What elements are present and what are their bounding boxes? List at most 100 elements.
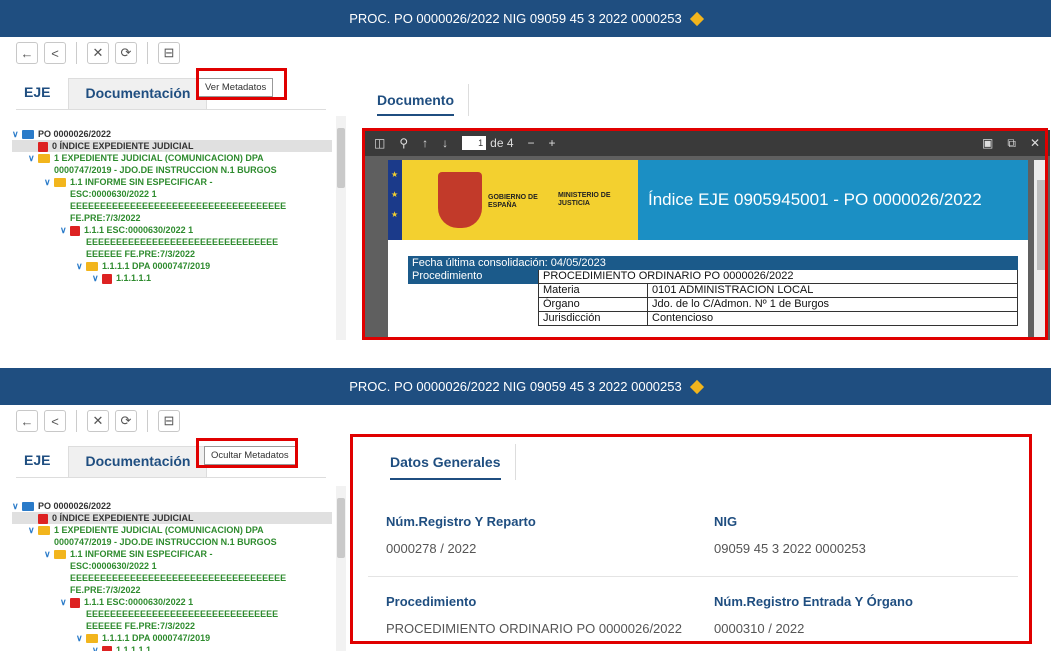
pdf-icon [70, 597, 80, 608]
tab-underline [377, 114, 454, 116]
chevron-down-icon[interactable]: ∨ [44, 176, 52, 188]
scrollbar-thumb[interactable] [337, 498, 345, 558]
document-tree: ∨ PO 0000026/2022 0 ÍNDICE EXPEDIENTE JUDI… [12, 500, 332, 651]
chevron-down-icon[interactable]: ∨ [92, 644, 100, 651]
tree-node-label: 0 ÍNDICE EXPEDIENTE JUDICIAL [52, 513, 194, 523]
tree-node[interactable]: ∨ PO 0000026/2022 [12, 500, 332, 512]
tab-documentacion[interactable]: Documentación [68, 446, 208, 477]
highlight-box [196, 438, 298, 468]
close-button[interactable]: ✕ [87, 42, 109, 64]
tree-node-label: 1.1.1.1.1 [116, 645, 152, 651]
tree-node-label: 1.1.1 ESC:0000630/2022 1 [84, 225, 194, 235]
tree-node-label: EEEEEEEEEEEEEEEEEEEEEEEEEEEEEEEEEEEE [70, 201, 287, 211]
tab-documentacion[interactable]: Documentación [68, 78, 208, 109]
toolbar-divider [147, 410, 148, 432]
tab-documento[interactable]: Documento [363, 84, 469, 116]
tree-node-label: 0000747/2019 - JDO.DE INSTRUCCION N.1 BU… [54, 165, 277, 175]
chevron-down-icon[interactable]: ∨ [12, 500, 20, 512]
tree-node[interactable]: ∨ 1.1 INFORME SIN ESPECIFICAR - [12, 176, 332, 188]
tree-node-label: ESC:0000630/2022 1 [70, 189, 157, 199]
folder-icon [86, 262, 98, 272]
document-tree: ∨ PO 0000026/2022 0 ÍNDICE EXPEDIENTE JUDI… [12, 128, 332, 284]
tree-node-label: FE.PRE:7/3/2022 [70, 213, 141, 223]
tree-node-label: 1.1.1 ESC:0000630/2022 1 [84, 597, 194, 607]
top-screenshot: PROC. PO 0000026/2022 NIG 09059 45 3 202… [0, 0, 1051, 340]
tree-node-label: 1.1.1.1.1 [116, 273, 152, 283]
title-bar: PROC. PO 0000026/2022 NIG 09059 45 3 202… [0, 368, 1051, 405]
chevron-down-icon[interactable]: ∨ [28, 524, 36, 536]
tree-node-label: 1.1.1.1 DPA 0000747/2019 [102, 633, 211, 643]
tab-documento-label: Documento [377, 92, 454, 108]
panel-separator [0, 340, 1051, 368]
back-arrow-button[interactable]: ← [16, 42, 38, 64]
tree-node-label: EEEEEEEEEEEEEEEEEEEEEEEEEEEEEEEE [86, 609, 279, 619]
pdf-icon [102, 273, 112, 284]
folder-icon [86, 634, 98, 644]
tree-node[interactable]: 0000747/2019 - JDO.DE INSTRUCCION N.1 BU… [12, 164, 332, 176]
chevron-down-icon[interactable]: ∨ [60, 596, 68, 608]
tree-node[interactable]: ESC:0000630/2022 1 [12, 188, 332, 200]
tree-node[interactable]: 0 ÍNDICE EXPEDIENTE JUDICIAL [12, 512, 332, 524]
folder-icon [22, 130, 34, 140]
chevron-down-icon[interactable]: ∨ [12, 128, 20, 140]
tab-eje[interactable]: EJE [16, 446, 60, 477]
tree-node[interactable]: ∨ 1 EXPEDIENTE JUDICIAL (COMUNICACION) DP… [12, 524, 332, 536]
tree-node[interactable]: FE.PRE:7/3/2022 [12, 212, 332, 224]
panel-toggle-button[interactable]: ⊟ [158, 410, 180, 432]
tree-node[interactable]: EEEEEE FE.PRE:7/3/2022 [12, 620, 332, 632]
folder-icon [38, 154, 50, 164]
tree-node-label: EEEEEEEEEEEEEEEEEEEEEEEEEEEEEEEE [86, 237, 279, 247]
tree-node[interactable]: ∨ 1.1.1.1 DPA 0000747/2019 [12, 260, 332, 272]
previous-button[interactable]: < [44, 42, 66, 64]
tree-node-label: 0000747/2019 - JDO.DE INSTRUCCION N.1 BU… [54, 537, 277, 547]
tree-node[interactable]: EEEEEEEEEEEEEEEEEEEEEEEEEEEEEEEEEEEE [12, 200, 332, 212]
tree-node[interactable]: ∨ 1.1.1.1.1 [12, 272, 332, 284]
folder-icon [54, 178, 66, 188]
tree-node[interactable]: ∨ 1.1.1 ESC:0000630/2022 1 [12, 596, 332, 608]
diamond-icon [689, 379, 704, 394]
tree-node[interactable]: EEEEEEEEEEEEEEEEEEEEEEEEEEEEEEEE [12, 236, 332, 248]
tree-node[interactable]: 0000747/2019 - JDO.DE INSTRUCCION N.1 BU… [12, 536, 332, 548]
close-button[interactable]: ✕ [87, 410, 109, 432]
tree-scrollbar[interactable] [336, 116, 346, 340]
page-title: PROC. PO 0000026/2022 NIG 09059 45 3 202… [349, 11, 682, 26]
refresh-button[interactable]: ⟳ [115, 410, 137, 432]
tree-node[interactable]: EEEEEEEEEEEEEEEEEEEEEEEEEEEEEEEE [12, 608, 332, 620]
tree-node[interactable]: EEEEEE FE.PRE:7/3/2022 [12, 248, 332, 260]
tree-node[interactable]: ∨ PO 0000026/2022 [12, 128, 332, 140]
tree-scrollbar[interactable] [336, 486, 346, 651]
tree-node[interactable]: ∨ 1.1.1.1.1 [12, 644, 332, 651]
refresh-button[interactable]: ⟳ [115, 42, 137, 64]
tree-node[interactable]: ∨ 1.1 INFORME SIN ESPECIFICAR - [12, 548, 332, 560]
chevron-down-icon[interactable]: ∨ [92, 272, 100, 284]
scrollbar-thumb[interactable] [337, 128, 345, 188]
highlight-box [362, 128, 1048, 340]
chevron-down-icon[interactable]: ∨ [44, 548, 52, 560]
back-arrow-button[interactable]: ← [16, 410, 38, 432]
tree-node-label: 1 EXPEDIENTE JUDICIAL (COMUNICACION) DPA [54, 525, 264, 535]
tree-node[interactable]: ∨ 1.1.1 ESC:0000630/2022 1 [12, 224, 332, 236]
tree-node-label: EEEEEEEEEEEEEEEEEEEEEEEEEEEEEEEEEEEE [70, 573, 287, 583]
tree-node[interactable]: EEEEEEEEEEEEEEEEEEEEEEEEEEEEEEEEEEEE [12, 572, 332, 584]
panel-toggle-button[interactable]: ⊟ [158, 42, 180, 64]
pdf-icon [70, 225, 80, 236]
tree-node-label: FE.PRE:7/3/2022 [70, 585, 141, 595]
highlight-box [196, 68, 287, 100]
tree-node[interactable]: ∨ 1.1.1.1 DPA 0000747/2019 [12, 632, 332, 644]
chevron-down-icon[interactable]: ∨ [60, 224, 68, 236]
pdf-icon [102, 645, 112, 651]
tree-node-label: 1.1 INFORME SIN ESPECIFICAR - [70, 177, 213, 187]
tree-node[interactable]: ∨ 1 EXPEDIENTE JUDICIAL (COMUNICACION) DP… [12, 152, 332, 164]
chevron-down-icon[interactable]: ∨ [76, 260, 84, 272]
previous-button[interactable]: < [44, 410, 66, 432]
tree-node[interactable]: ESC:0000630/2022 1 [12, 560, 332, 572]
tab-eje[interactable]: EJE [16, 78, 60, 109]
chevron-down-icon[interactable]: ∨ [76, 632, 84, 644]
tree-node-label: ESC:0000630/2022 1 [70, 561, 157, 571]
highlight-box [350, 434, 1032, 644]
chevron-down-icon[interactable]: ∨ [28, 152, 36, 164]
pdf-icon [38, 141, 48, 152]
tree-node[interactable]: 0 ÍNDICE EXPEDIENTE JUDICIAL [12, 140, 332, 152]
tree-node-label: 0 ÍNDICE EXPEDIENTE JUDICIAL [52, 141, 194, 151]
tree-node[interactable]: FE.PRE:7/3/2022 [12, 584, 332, 596]
